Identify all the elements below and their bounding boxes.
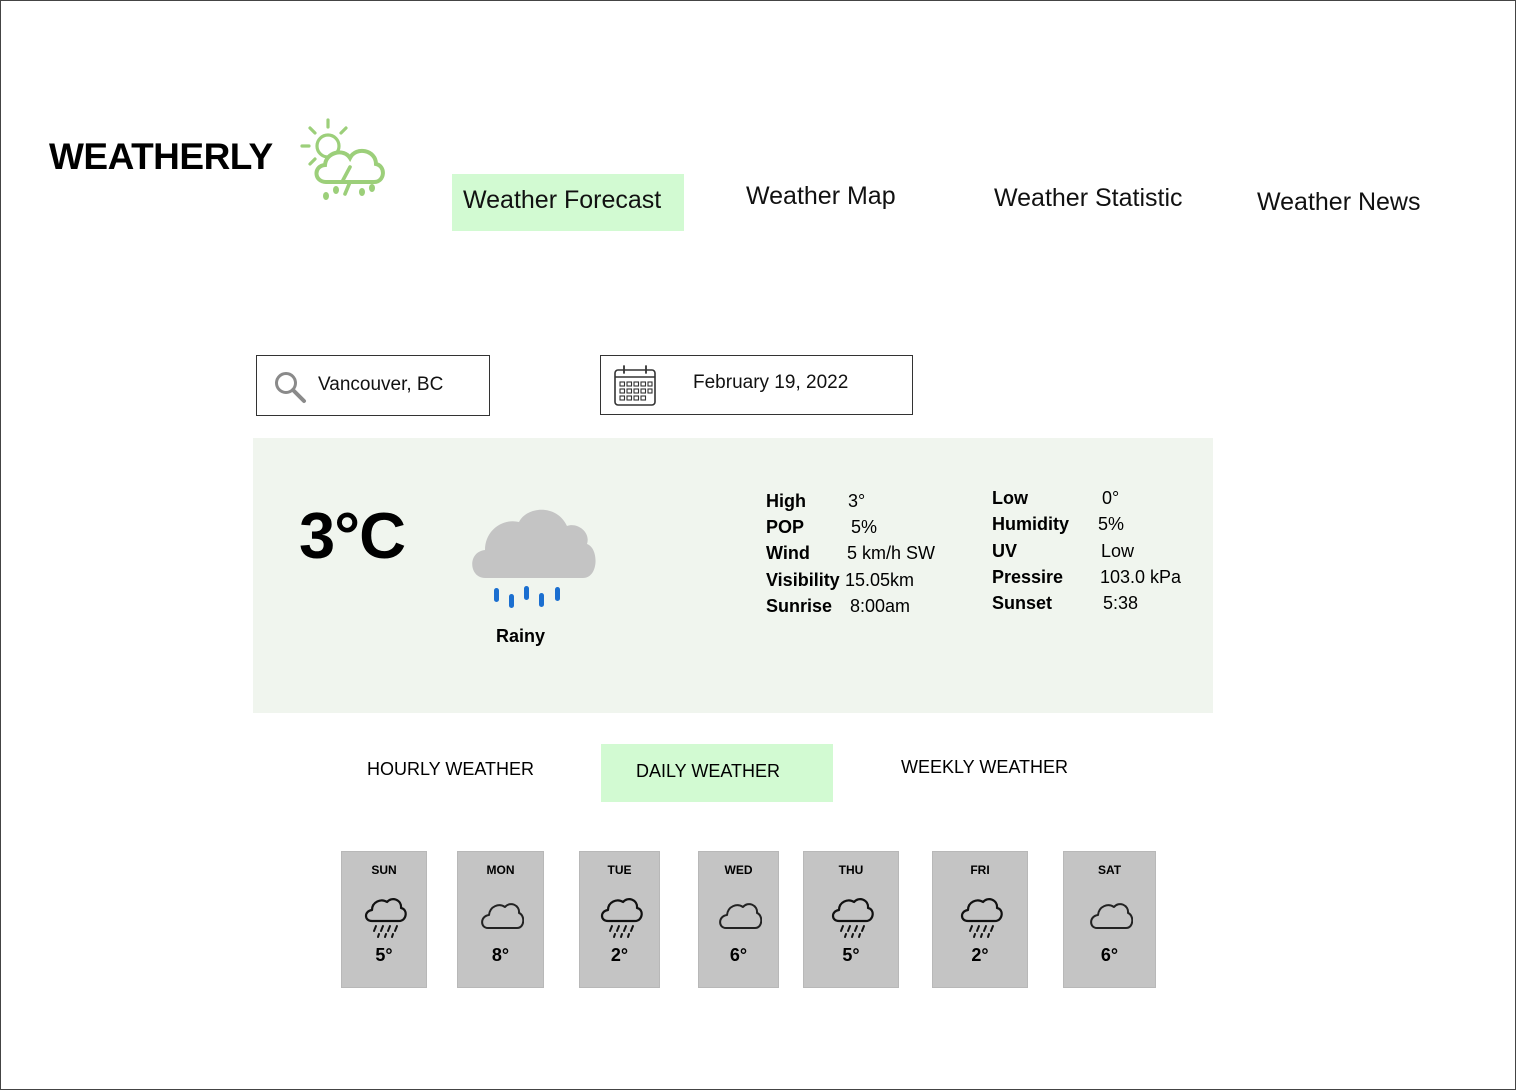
- day-name: TUE: [607, 863, 632, 877]
- location-search-input[interactable]: [318, 373, 478, 397]
- stat-label-pressure: Pressire: [992, 567, 1064, 587]
- day-name: THU: [838, 863, 864, 877]
- tab-daily-weather[interactable]: DAILY WEATHER: [601, 744, 833, 802]
- stat-value-wind: 5 km/h SW: [847, 543, 936, 563]
- rain-icon: [364, 898, 407, 938]
- rain-icon: [600, 898, 643, 938]
- current-weather-panel: 3°C Rainy High 3° POP 5% Wind 5 km/h SW …: [253, 438, 1213, 713]
- tab-hourly-weather[interactable]: HOURLY WEATHER: [332, 742, 569, 800]
- day-temperature: 2°: [971, 945, 989, 965]
- day-card-thu[interactable]: THU 5°: [803, 851, 899, 988]
- calendar-icon[interactable]: [613, 365, 657, 407]
- stat-value-low: 0°: [1102, 488, 1120, 508]
- rain-icon: [960, 898, 1003, 938]
- day-card-sat[interactable]: SAT 6°: [1063, 851, 1156, 988]
- current-temperature: 3°C: [299, 499, 406, 572]
- stat-value-visibility: 15.05km: [845, 570, 915, 590]
- nav-weather-statistic[interactable]: Weather Statistic: [983, 172, 1194, 229]
- day-name: MON: [486, 863, 515, 877]
- stat-value-sunset: 5:38: [1103, 593, 1139, 613]
- stat-label-pop: POP: [766, 517, 805, 537]
- day-temperature: 5°: [842, 945, 860, 965]
- stat-label-sunrise: Sunrise: [766, 596, 833, 616]
- rain-icon: [831, 898, 874, 938]
- stat-value-humidity: 5%: [1098, 514, 1125, 534]
- day-temperature: 6°: [729, 945, 748, 965]
- stat-label-sunset: Sunset: [992, 593, 1053, 613]
- stat-value-uv: Low: [1101, 541, 1135, 561]
- day-card-mon[interactable]: MON 8°: [457, 851, 544, 988]
- rain-cloud-icon: [472, 509, 596, 608]
- stat-value-sunrise: 8:00am: [850, 596, 911, 616]
- day-card-tue[interactable]: TUE 2°: [579, 851, 660, 988]
- cloud-icon: [480, 903, 524, 929]
- stat-label-high: High: [766, 491, 806, 511]
- location-search-box[interactable]: [256, 355, 490, 416]
- current-condition: Rainy: [496, 626, 546, 646]
- stat-label-uv: UV: [992, 541, 1018, 561]
- date-picker[interactable]: [600, 355, 913, 415]
- cloud-icon: [718, 903, 762, 929]
- stat-label-humidity: Humidity: [992, 514, 1070, 534]
- app-title: WEATHERLY: [49, 136, 273, 177]
- day-card-sun[interactable]: SUN 5°: [341, 851, 427, 988]
- tab-weekly-weather[interactable]: WEEKLY WEATHER: [866, 740, 1103, 798]
- day-temperature: 2°: [610, 945, 629, 965]
- search-icon: [275, 372, 306, 403]
- date-input[interactable]: [693, 371, 893, 395]
- nav-weather-news[interactable]: Weather News: [1246, 176, 1432, 233]
- nav-weather-forecast[interactable]: Weather Forecast: [452, 174, 684, 231]
- stat-label-visibility: Visibility: [766, 570, 840, 590]
- day-name: SAT: [1097, 863, 1122, 877]
- day-temperature: 6°: [1100, 945, 1119, 965]
- stat-label-low: Low: [992, 488, 1028, 508]
- day-name: FRI: [970, 863, 990, 877]
- day-temperature: 5°: [375, 945, 393, 965]
- nav-weather-map[interactable]: Weather Map: [735, 170, 907, 227]
- cloud-icon: [1089, 903, 1133, 929]
- sun-cloud-storm-icon: [300, 118, 385, 200]
- day-card-fri[interactable]: FRI 2°: [932, 851, 1028, 988]
- day-name: SUN: [371, 863, 397, 877]
- stat-label-wind: Wind: [766, 543, 810, 563]
- day-name: WED: [724, 863, 753, 877]
- stat-value-pressure: 103.0 kPa: [1100, 567, 1182, 587]
- day-card-wed[interactable]: WED 6°: [698, 851, 779, 988]
- stat-value-pop: 5%: [851, 517, 878, 537]
- stat-value-high: 3°: [848, 491, 866, 511]
- day-temperature: 8°: [491, 945, 510, 965]
